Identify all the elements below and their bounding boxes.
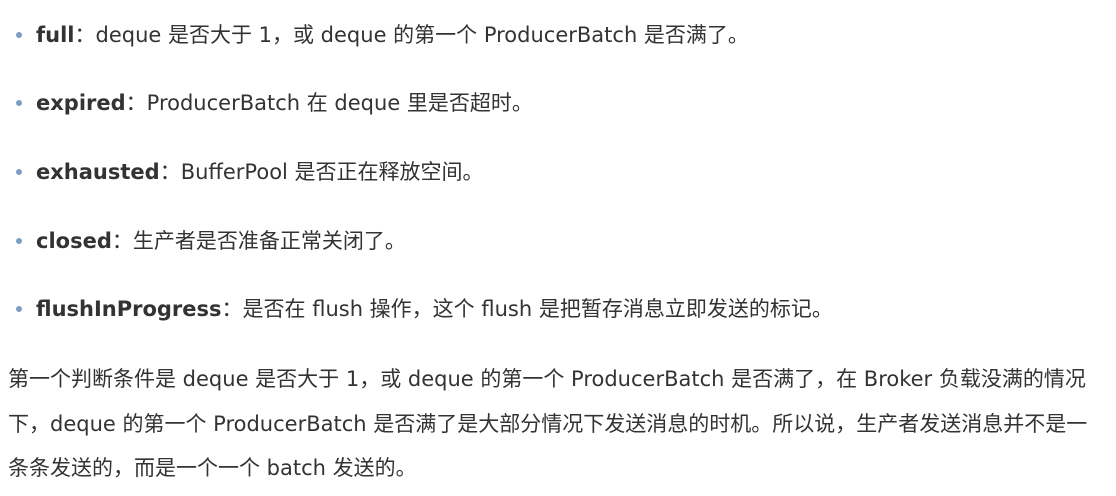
term-separator: ： (111, 229, 133, 253)
list-item-expired: expired：ProducerBatch 在 deque 里是否超时。 (16, 83, 533, 123)
bullet-icon (16, 306, 22, 312)
list-item-closed: closed：生产者是否准备正常关闭了。 (16, 221, 406, 261)
term-description: ProducerBatch 在 deque 里是否超时。 (146, 91, 533, 115)
term-separator: ： (159, 160, 181, 184)
term-separator: ： (221, 297, 243, 321)
bullet-icon (16, 32, 22, 38)
term-label: exhausted (36, 160, 160, 184)
term-separator: ： (125, 91, 147, 115)
term-label: flushInProgress (36, 297, 222, 321)
list-item-full: full：deque 是否大于 1，或 deque 的第一个 ProducerB… (16, 15, 749, 55)
summary-paragraph: 第一个判断条件是 deque 是否大于 1，或 deque 的第一个 Produ… (8, 367, 1088, 480)
list-item-exhausted: exhausted：BufferPool 是否正在释放空间。 (16, 152, 484, 192)
term-description: 是否在 flush 操作，这个 flush 是把暂存消息立即发送的标记。 (242, 297, 833, 321)
term-description: 生产者是否准备正常关闭了。 (132, 229, 406, 253)
term-description: deque 是否大于 1，或 deque 的第一个 ProducerBatch … (95, 23, 749, 47)
term-separator: ： (74, 23, 96, 47)
term-label: expired (36, 91, 126, 115)
bullet-icon (16, 169, 22, 175)
list-item-flushinprogress: flushInProgress：是否在 flush 操作，这个 flush 是把… (16, 289, 833, 329)
term-description: BufferPool 是否正在释放空间。 (180, 160, 484, 184)
bullet-icon (16, 238, 22, 244)
term-label: full (36, 23, 75, 47)
bullet-icon (16, 100, 22, 106)
term-label: closed (36, 229, 112, 253)
